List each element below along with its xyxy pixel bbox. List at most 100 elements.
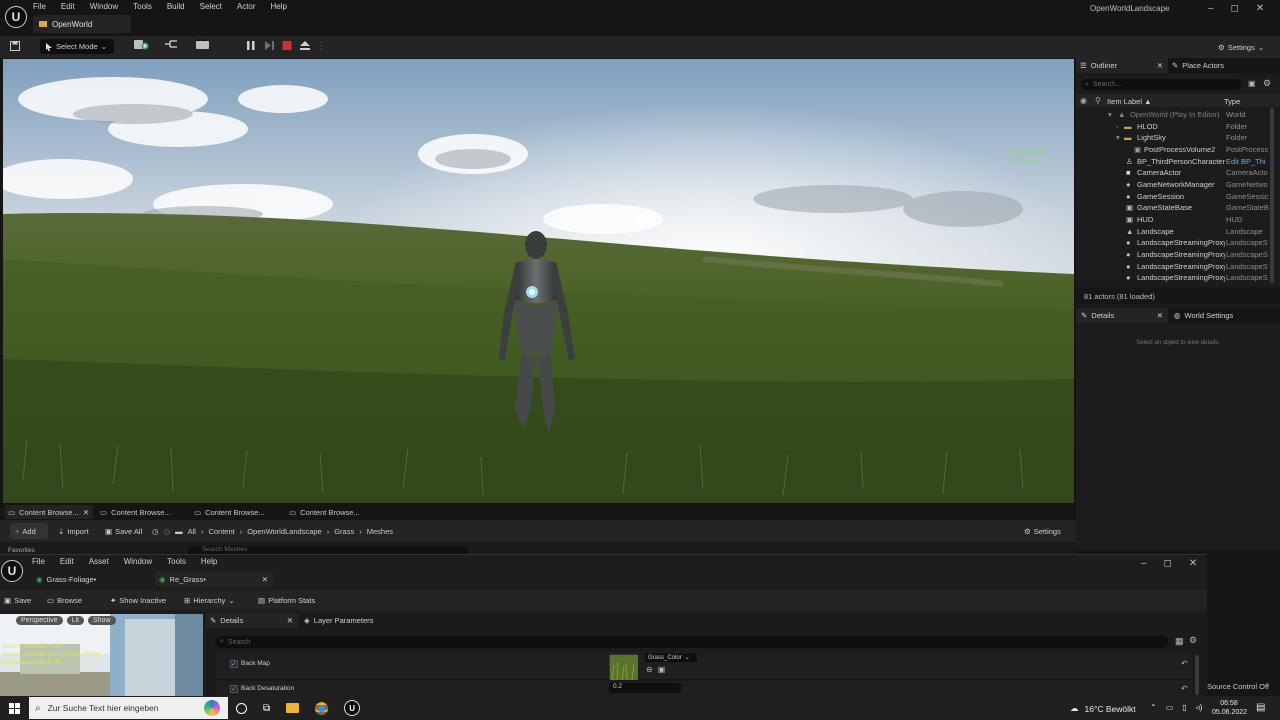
tab-content-browser-2[interactable]: ▭ Content Browse... xyxy=(100,505,188,519)
outliner-settings-gear-icon[interactable]: ⚙ xyxy=(1263,78,1271,89)
lit-button[interactable]: Lit xyxy=(66,616,84,625)
more-options-icon[interactable]: ⋮ xyxy=(317,40,326,51)
tab-grass-foliage[interactable]: ◉ Grass-Foliage• xyxy=(33,571,151,587)
save-icon[interactable] xyxy=(10,41,20,51)
perspective-button[interactable]: Perspective xyxy=(16,616,63,625)
outliner-row-folder[interactable]: › ▬ HLOD Folder xyxy=(1080,122,1276,134)
source-control-status[interactable]: Source Control Off xyxy=(1207,682,1269,691)
add-folder-icon[interactable]: ▣ xyxy=(1248,79,1256,88)
param-enable-checkbox[interactable]: ✓ xyxy=(230,660,238,668)
tab-world-settings[interactable]: ◍ World Settings xyxy=(1174,308,1274,323)
use-selected-icon[interactable]: ⊖ xyxy=(646,665,653,674)
toolbar-settings-button[interactable]: ⚙ Settings ⌄ xyxy=(1218,39,1264,55)
tab-content-browser-3[interactable]: ▭ Content Browse... xyxy=(194,505,282,519)
reset-to-default-icon[interactable]: ↶ xyxy=(1181,684,1188,693)
tab-content-browser-1[interactable]: ▭ Content Browse... ✕ xyxy=(5,505,93,519)
hierarchy-dropdown[interactable]: ⊞ Hierarchy ⌄ xyxy=(184,592,235,608)
menu-window[interactable]: Window xyxy=(90,2,118,11)
tab-content-browser-4[interactable]: ▭ Content Browse... xyxy=(289,505,377,519)
unreal-logo[interactable]: U xyxy=(1,560,23,582)
cortana-icon[interactable] xyxy=(236,702,247,714)
minimize-icon[interactable]: – xyxy=(1141,558,1147,569)
mat-save-button[interactable]: ▣ Save xyxy=(4,592,31,608)
mat-menu-edit[interactable]: Edit xyxy=(60,557,74,566)
close-icon[interactable]: ✕ xyxy=(1256,3,1264,14)
tab-outliner[interactable]: ☰ Outliner ✕ xyxy=(1076,58,1168,73)
desaturation-value-input[interactable]: 0.2 xyxy=(609,683,681,693)
tab-place-actors[interactable]: ✎ Place Actors xyxy=(1172,58,1262,73)
breadcrumb-project[interactable]: OpenWorldLandscape xyxy=(247,527,322,536)
column-item-label[interactable]: Item Label ▲ xyxy=(1107,97,1152,106)
chrome-icon[interactable] xyxy=(315,701,329,715)
mat-browse-button[interactable]: ▭ Browse xyxy=(47,592,82,608)
chevron-down-icon[interactable]: ▾ xyxy=(1108,110,1112,119)
show-button[interactable]: Show xyxy=(87,616,116,625)
mat-menu-window[interactable]: Window xyxy=(124,557,152,566)
tab-layer-parameters[interactable]: ◈ Layer Parameters xyxy=(304,613,404,628)
pin-icon[interactable]: ⚲ xyxy=(1095,96,1101,105)
cinematics-icon[interactable] xyxy=(196,39,214,50)
menu-actor[interactable]: Actor xyxy=(237,2,256,11)
content-browser-settings-button[interactable]: ⚙ Settings xyxy=(1024,523,1061,539)
breadcrumb-meshes[interactable]: Meshes xyxy=(367,527,393,536)
chevron-right-icon[interactable]: › xyxy=(1116,122,1119,131)
close-tab-icon[interactable]: ✕ xyxy=(83,508,89,517)
edit-blueprint-link[interactable]: Edit BP_Thi xyxy=(1226,157,1274,166)
battery-icon[interactable]: ▯ xyxy=(1182,703,1186,712)
grid-view-icon[interactable]: ▦ xyxy=(1175,636,1184,647)
menu-edit[interactable]: Edit xyxy=(61,2,75,11)
menu-help[interactable]: Help xyxy=(271,2,287,11)
unreal-logo[interactable]: U xyxy=(5,6,27,28)
outliner-row-actor[interactable]: ● LandscapeStreamingProxy LandscapeS xyxy=(1080,262,1276,274)
stop-icon[interactable] xyxy=(281,40,293,51)
tab-details[interactable]: ✎ Details ✕ xyxy=(1076,308,1168,323)
select-mode-dropdown[interactable]: Select Mode ⌄ xyxy=(40,39,114,54)
file-explorer-icon[interactable] xyxy=(286,703,300,713)
chevron-down-icon[interactable]: ▾ xyxy=(1116,133,1120,142)
skip-frame-icon[interactable] xyxy=(263,40,275,51)
notification-icon[interactable]: ▤ xyxy=(1256,702,1265,713)
texture-thumbnail[interactable] xyxy=(609,654,638,681)
menu-select[interactable]: Select xyxy=(200,2,222,11)
history-forward-icon[interactable]: ◷ xyxy=(164,527,171,536)
taskbar-search-box[interactable]: ⌕ Zur Suche Text hier eingeben xyxy=(29,697,228,719)
eject-icon[interactable] xyxy=(299,40,311,51)
breadcrumb-all[interactable]: All xyxy=(188,527,196,536)
details-settings-gear-icon[interactable]: ⚙ xyxy=(1189,635,1197,646)
outliner-row-actor[interactable]: ▣ GameStateBase GameStateB xyxy=(1080,203,1276,215)
level-tab[interactable]: OpenWorld xyxy=(33,15,131,33)
outliner-search-input[interactable]: ⌕ Search... xyxy=(1081,79,1241,90)
visibility-eye-icon[interactable]: ◉ xyxy=(1080,96,1087,105)
import-button[interactable]: ⇣ Import xyxy=(58,523,89,539)
browse-asset-icon[interactable]: ▣ xyxy=(658,665,666,674)
close-tab-icon[interactable]: ✕ xyxy=(262,575,268,584)
outliner-row-actor[interactable]: ■ CameraActor CameraActo xyxy=(1080,168,1276,180)
details-scrollbar[interactable] xyxy=(1195,655,1199,695)
close-tab-icon[interactable]: ✕ xyxy=(287,616,293,625)
favorites-section-label[interactable]: Favorites xyxy=(8,547,35,554)
close-icon[interactable]: ✕ xyxy=(1189,558,1197,569)
breadcrumb-grass[interactable]: Grass xyxy=(334,527,354,536)
texture-asset-dropdown[interactable]: Grass_Color ⌄ xyxy=(645,653,697,662)
menu-tools[interactable]: Tools xyxy=(133,2,152,11)
mat-menu-help[interactable]: Help xyxy=(201,557,217,566)
blueprint-icon[interactable] xyxy=(164,39,182,50)
close-tab-icon[interactable]: ✕ xyxy=(1157,61,1163,70)
menu-build[interactable]: Build xyxy=(167,2,185,11)
network-icon[interactable]: ▭ xyxy=(1166,703,1174,712)
save-all-button[interactable]: ▣ Save All xyxy=(105,523,142,539)
task-view-icon[interactable]: ⧉ xyxy=(263,703,270,714)
mat-menu-asset[interactable]: Asset xyxy=(89,557,109,566)
maximize-icon[interactable]: ◻ xyxy=(1231,3,1239,14)
outliner-row-actor[interactable]: ▲ Landscape Landscape xyxy=(1080,227,1276,239)
close-tab-icon[interactable]: ✕ xyxy=(1157,311,1163,320)
history-back-icon[interactable]: ◷ xyxy=(152,527,159,536)
outliner-row-actor[interactable]: ♙ BP_ThirdPersonCharacter Edit BP_Thi xyxy=(1080,157,1276,169)
pause-icon[interactable] xyxy=(245,40,257,51)
volume-icon[interactable]: ◃) xyxy=(1196,703,1203,712)
level-viewport[interactable] xyxy=(3,59,1074,503)
outliner-row-actor[interactable]: ● LandscapeStreamingProxy LandscapeS xyxy=(1080,273,1276,285)
mat-menu-file[interactable]: File xyxy=(32,557,45,566)
outliner-row-world[interactable]: ▾ ▲ OpenWorld (Play In Editor) World xyxy=(1080,110,1276,122)
outliner-row-actor[interactable]: ▣ HUD HUD xyxy=(1080,215,1276,227)
